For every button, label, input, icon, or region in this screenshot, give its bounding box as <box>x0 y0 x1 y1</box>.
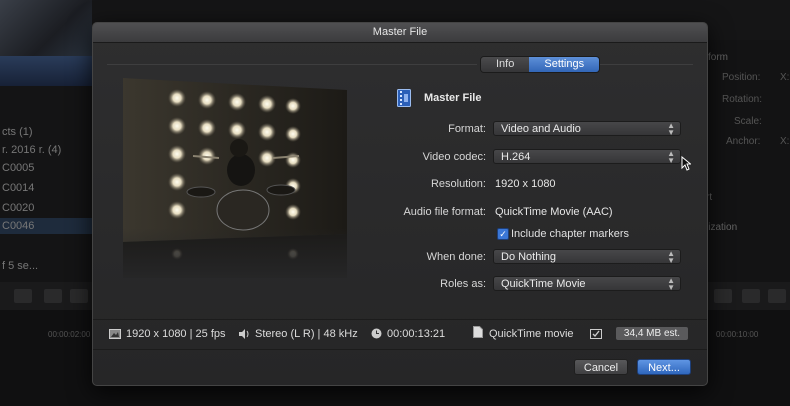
music-icon <box>742 289 760 303</box>
video-preview <box>123 78 347 278</box>
camera-icon <box>714 289 732 303</box>
timecode: 00:00:10:00 <box>716 330 759 339</box>
file-type-summary: QuickTime movie <box>489 328 574 340</box>
browser-thumbnail <box>0 0 92 56</box>
tab-divider <box>599 64 693 65</box>
duration-summary: 00:00:13:21 <box>387 328 446 340</box>
video-icon <box>109 326 121 344</box>
toolbar-icon <box>70 289 88 303</box>
format-value: Video and Audio <box>501 123 581 135</box>
popup-arrows-icon: ▲ ▼ <box>667 249 675 265</box>
format-select[interactable]: Video and Audio ▲ ▼ <box>493 121 681 137</box>
toolbar-icon <box>14 289 32 303</box>
dialog-title: Master File <box>93 23 707 43</box>
popup-arrows-icon: ▲ ▼ <box>667 149 675 165</box>
film-file-icon <box>397 89 411 112</box>
inspector-x: X: <box>780 136 790 147</box>
mouse-pointer-icon <box>681 155 692 176</box>
library-item-selected: C0046 <box>0 218 94 234</box>
popup-arrows-icon: ▲ ▼ <box>667 276 675 292</box>
video-codec-value: H.264 <box>501 151 531 163</box>
master-file-dialog: Master File Info Settings Master File Fo… <box>92 22 708 386</box>
document-icon <box>473 325 483 343</box>
video-codec-label: Video codec: <box>422 151 486 163</box>
when-done-value: Do Nothing <box>501 251 557 263</box>
tab-switcher: Info Settings <box>480 56 601 73</box>
browser-thumbnail-2 <box>0 56 92 86</box>
inspector-field: Position: <box>722 72 761 83</box>
format-label: Format: <box>448 123 486 135</box>
tab-divider <box>107 64 477 65</box>
inspector-section: lization <box>706 222 738 233</box>
chapter-check-icon <box>590 326 602 344</box>
inspector-panel: form Position: X: Rotation: Scale: Ancho… <box>706 40 790 300</box>
inspector-field: Anchor: <box>726 136 761 147</box>
footer-divider <box>93 349 707 350</box>
when-done-select[interactable]: Do Nothing ▲ ▼ <box>493 249 681 265</box>
tab-info[interactable]: Info <box>481 57 530 72</box>
when-done-label: When done: <box>426 251 486 263</box>
resolution-label: Resolution: <box>430 178 486 190</box>
cancel-button[interactable]: Cancel <box>574 359 628 375</box>
library-item: C0020 <box>2 202 35 214</box>
popup-arrows-icon: ▲ ▼ <box>667 121 675 137</box>
video-summary: 1920 x 1080 | 25 fps <box>126 328 226 340</box>
resolution-value: 1920 x 1080 <box>495 178 556 190</box>
audio-summary: Stereo (L R) | 48 kHz <box>255 328 358 340</box>
toolbar-icon <box>768 289 786 303</box>
roles-as-value: QuickTime Movie <box>501 278 586 290</box>
toolbar-icon <box>44 289 62 303</box>
chapter-markers-checkbox[interactable]: ✓ <box>497 228 509 240</box>
size-estimate-badge: 34,4 MB est. <box>616 327 688 340</box>
inspector-header: form <box>708 52 728 63</box>
library-item: cts (1) <box>2 126 33 138</box>
timecode: 00:00:02:00 <box>48 330 91 339</box>
clock-icon <box>371 326 382 344</box>
roles-as-select[interactable]: QuickTime Movie ▲ ▼ <box>493 276 681 292</box>
audio-format-label: Audio file format: <box>403 206 486 218</box>
library-item: C0014 <box>2 182 35 194</box>
roles-as-label: Roles as: <box>440 278 486 290</box>
speaker-icon <box>239 326 251 344</box>
video-codec-select[interactable]: H.264 ▲ ▼ <box>493 149 681 165</box>
next-button[interactable]: Next... <box>637 359 691 375</box>
library-item: C0005 <box>2 162 35 174</box>
inspector-field: Scale: <box>734 116 762 127</box>
file-title: Master File <box>424 92 482 104</box>
audio-format-value: QuickTime Movie (AAC) <box>495 206 613 218</box>
library-item: f 5 se... <box>2 260 39 272</box>
inspector-field: Rotation: <box>722 94 763 105</box>
library-item: r. 2016 r. (4) <box>2 144 62 156</box>
inspector-x: X: <box>780 72 790 83</box>
tab-settings[interactable]: Settings <box>529 57 600 72</box>
chapter-markers-label[interactable]: Include chapter markers <box>511 228 629 240</box>
